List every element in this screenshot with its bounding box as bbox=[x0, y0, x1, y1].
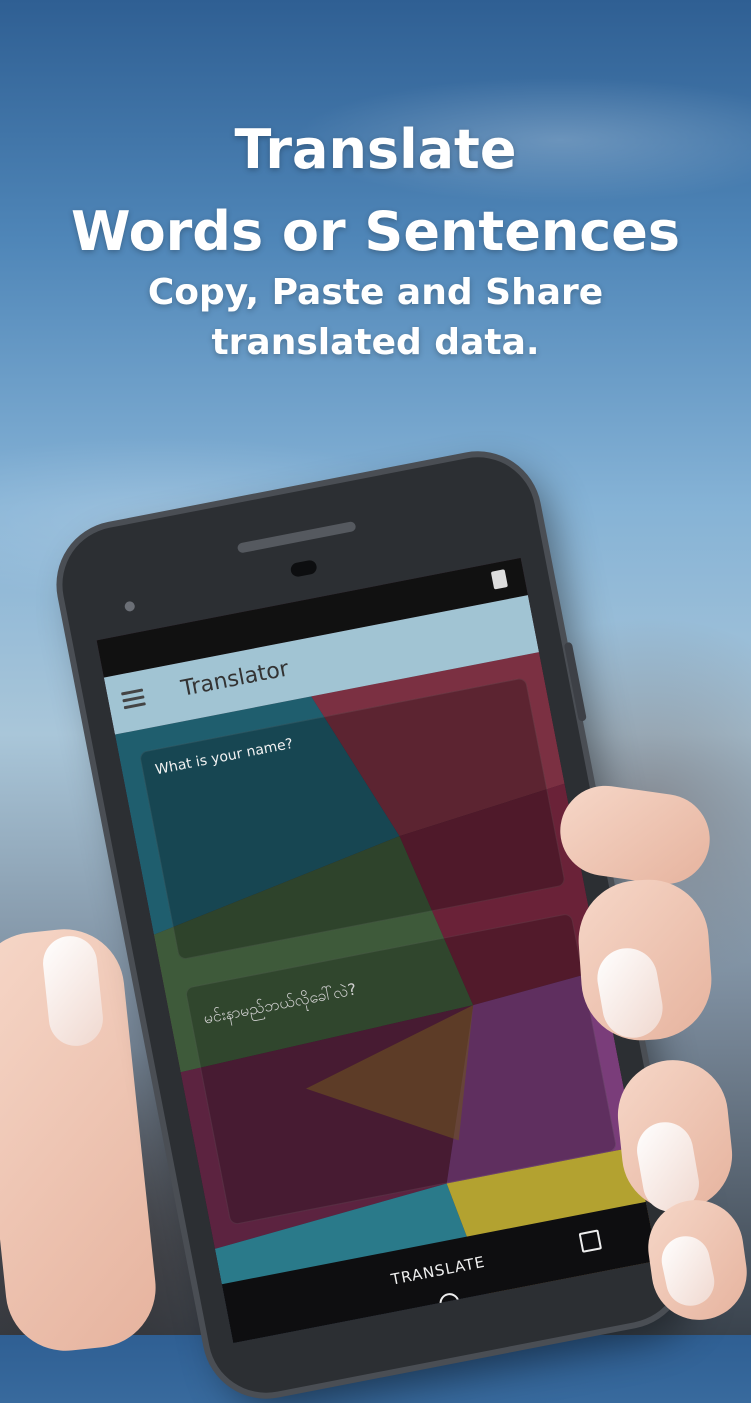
subheadline-copy-paste: Copy, Paste and Share bbox=[147, 272, 604, 313]
source-text: What is your name? bbox=[154, 735, 295, 779]
front-camera bbox=[289, 559, 318, 578]
translate-button[interactable]: TRANSLATE bbox=[372, 1249, 503, 1293]
translated-text-output: မင်းနာမည်ဘယ်လိုခေါ်လဲ? bbox=[184, 912, 618, 1226]
translated-text: မင်းနာမည်ဘယ်လိုခေါ်လဲ? bbox=[201, 979, 358, 1028]
circle-icon[interactable] bbox=[437, 1291, 462, 1315]
translator-content: What is your name? မင်းနာမည်ဘယ်လိုခေါ်လဲ… bbox=[115, 652, 646, 1284]
headline-words-or-sentences: Words or Sentences bbox=[70, 200, 681, 263]
menu-icon[interactable] bbox=[121, 688, 146, 710]
square-icon[interactable] bbox=[578, 1229, 603, 1253]
app-title: Translator bbox=[179, 656, 291, 702]
headline-translate: Translate bbox=[234, 118, 517, 181]
earpiece-speaker bbox=[236, 520, 357, 554]
source-text-input[interactable]: What is your name? bbox=[138, 677, 566, 961]
proximity-sensor bbox=[123, 600, 136, 613]
document-icon[interactable] bbox=[490, 569, 508, 590]
subheadline-translated-data: translated data. bbox=[211, 322, 540, 363]
